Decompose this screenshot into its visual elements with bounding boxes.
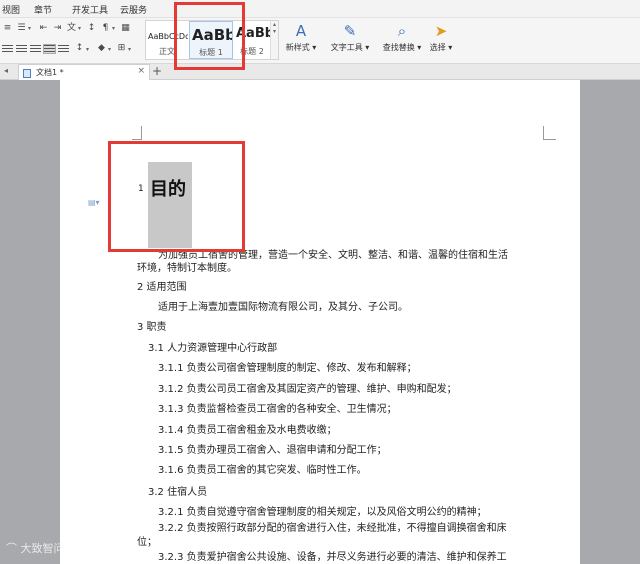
list-item[interactable]: 3.2.2 负责按照行政部分配的宿舍进行入住，未经批准，不得擅自调换宿舍和床	[158, 523, 507, 535]
section-heading[interactable]: 3 职责	[137, 322, 167, 334]
align-left-icon[interactable]	[2, 45, 13, 53]
subsection-heading[interactable]: 3.2 住宿人员	[148, 487, 207, 499]
align-center-icon[interactable]	[16, 45, 27, 53]
shading-icon[interactable]: ◆	[96, 44, 107, 53]
text-tools-icon: ✎	[343, 22, 357, 40]
text-tools-label: 文字工具	[330, 43, 363, 52]
find-replace-button[interactable]: ⌕ 查找替换 ▾	[380, 20, 424, 60]
new-style-button[interactable]: A 新样式 ▾	[281, 20, 321, 60]
list-item[interactable]: 3.2.3 负责爱护宿舍公共设施、设备，并尽义务进行必要的清洁、维护和保养工	[158, 552, 507, 564]
body-text-line[interactable]: 适用于上海壹加壹国际物流有限公司，及其分、子公司。	[158, 302, 408, 314]
new-tab-icon[interactable]: +	[152, 64, 162, 78]
outdent-icon[interactable]: ⇤	[38, 24, 49, 33]
list-item[interactable]: 位；	[137, 537, 157, 549]
list-item[interactable]: 3.1.1 负责公司宿舍管理制度的制定、修改、发布和解释；	[158, 363, 417, 375]
sort-icon[interactable]: ↕	[86, 24, 97, 33]
annotation-box-heading	[108, 141, 245, 252]
border-icon[interactable]: ⊞	[116, 44, 127, 53]
menu-view[interactable]: 视图	[2, 3, 20, 16]
ribbon-toolbar: ≡ ☰ ▾ ⇤ ⇥ 文 ▾ ↕ ¶ ▾ ▦ ↕ ▾ ◆ ▾ ⊞ ▾ AaBbCc…	[0, 18, 640, 64]
section-heading[interactable]: 2 适用范围	[137, 282, 187, 294]
line-spacing-icon[interactable]: ↕	[74, 44, 85, 53]
annotation-box-style	[174, 2, 245, 70]
text-tools-button[interactable]: ✎ 文字工具 ▾	[328, 20, 372, 60]
chevron-down-icon[interactable]: ▾	[128, 46, 131, 53]
document-icon	[23, 69, 31, 78]
search-icon: ⌕	[397, 22, 407, 40]
table-icon[interactable]: ▦	[120, 24, 131, 33]
chevron-down-icon[interactable]: ▾	[108, 46, 111, 53]
close-icon[interactable]: ×	[137, 66, 145, 76]
gallery-scroll[interactable]: ▴ ▾	[270, 21, 278, 59]
margin-corner-mark	[132, 126, 142, 140]
margin-corner-mark	[543, 126, 556, 140]
menu-developer[interactable]: 开发工具	[72, 3, 108, 16]
chevron-down-icon[interactable]: ▾	[112, 25, 115, 32]
subsection-heading[interactable]: 3.1 人力资源管理中心行政部	[148, 343, 277, 355]
document-tab-label: 文档1 *	[36, 68, 64, 77]
body-text-line[interactable]: 环境，特制订本制度。	[137, 263, 237, 275]
numbered-list-icon[interactable]: ☰	[16, 24, 27, 33]
bullet-list-icon[interactable]: ≡	[2, 24, 13, 33]
document-tab-bar: ◂ 文档1 * × +	[0, 64, 640, 80]
chevron-down-icon[interactable]: ▾	[28, 25, 31, 32]
chevron-down-icon[interactable]: ▾	[86, 46, 89, 53]
indent-icon[interactable]: ⇥	[52, 24, 63, 33]
list-item[interactable]: 3.1.3 负责监督检查员工宿舍的各种安全、卫生情况；	[158, 404, 397, 416]
cursor-icon: ➤	[434, 22, 448, 40]
list-item[interactable]: 3.1.2 负责公司员工宿舍及其固定资产的管理、维护、申购和配发；	[158, 384, 457, 396]
paragraph-layout-icon[interactable]: ▤▾	[88, 198, 100, 207]
watermark: ⌒ 大致智问	[6, 540, 65, 556]
list-item[interactable]: 3.1.4 负责员工宿舍租金及水电费收缴；	[158, 425, 337, 437]
select-label: 选择	[429, 43, 446, 52]
menu-chapter[interactable]: 章节	[34, 3, 52, 16]
justify-icon[interactable]	[43, 44, 56, 54]
distribute-icon[interactable]	[58, 45, 69, 53]
document-tab[interactable]: 文档1 * ×	[18, 64, 150, 80]
tab-scroll-icon[interactable]: ◂	[4, 66, 8, 75]
menu-bar: 视图 章节 开发工具 云服务	[0, 0, 640, 18]
find-replace-label: 查找替换	[382, 43, 415, 52]
watermark-text: 大致智问	[20, 542, 65, 555]
list-item[interactable]: 3.1.6 负责员工宿舍的其它突发、临时性工作。	[158, 465, 367, 477]
select-button[interactable]: ➤ 选择 ▾	[426, 20, 456, 60]
menu-cloud[interactable]: 云服务	[120, 3, 147, 16]
list-item[interactable]: 3.1.5 负责办理员工宿舍入、退宿申请和分配工作；	[158, 445, 387, 457]
new-style-icon: A	[295, 22, 307, 40]
list-item[interactable]: 3.2.1 负责自觉遵守宿舍管理制度的相关规定，以及风俗文明公约的精神；	[158, 507, 487, 519]
align-right-icon[interactable]	[30, 45, 41, 53]
chinese-layout-icon[interactable]: 文	[66, 24, 77, 33]
watermark-logo-icon: ⌒	[6, 542, 21, 555]
chevron-down-icon[interactable]: ▾	[78, 25, 81, 32]
new-style-label: 新样式	[285, 43, 310, 52]
show-marks-icon[interactable]: ¶	[100, 24, 111, 33]
